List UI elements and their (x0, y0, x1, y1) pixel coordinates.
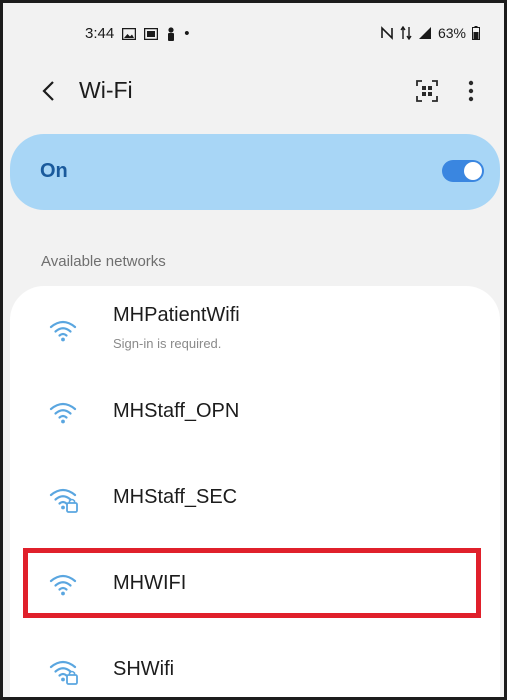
network-subtitle: Sign-in is required. (113, 336, 222, 351)
battery-icon (472, 26, 480, 40)
phone-screen: 3:44 • 63% Wi-Fi On Available networks M… (0, 0, 507, 700)
wifi-state-label: On (40, 160, 68, 182)
person-icon (166, 26, 176, 41)
toggle-knob (464, 162, 482, 180)
qr-scan-icon[interactable] (411, 75, 443, 107)
wifi-toggle-switch[interactable] (442, 160, 484, 182)
wifi-lock-icon (49, 660, 78, 685)
network-name: MHPatientWifi (113, 304, 240, 326)
app-bar: Wi-Fi (3, 63, 504, 119)
page-title: Wi-Fi (79, 77, 133, 103)
data-icon (400, 26, 412, 40)
signal-icon (418, 26, 432, 40)
back-arrow-icon[interactable] (33, 73, 63, 109)
network-item-mhpatientwifi[interactable]: MHPatientWifi Sign-in is required. (10, 286, 500, 366)
network-item-mhstaff-opn[interactable]: MHStaff_OPN (10, 372, 500, 452)
network-item-shwifi[interactable]: SHWifi (10, 630, 500, 697)
status-bar: 3:44 • 63% (3, 3, 504, 45)
status-left: 3:44 • (85, 25, 189, 42)
network-name: MHStaff_OPN (113, 400, 240, 422)
networks-list: MHPatientWifi Sign-in is required. MHSta… (10, 286, 500, 697)
network-item-mhstaff-sec[interactable]: MHStaff_SEC (10, 458, 500, 538)
wifi-toggle-card[interactable]: On (10, 134, 500, 210)
network-name: SHWifi (113, 658, 175, 680)
status-right: 63% (380, 25, 480, 41)
available-networks-label: Available networks (41, 253, 166, 270)
highlight-box (23, 548, 481, 618)
status-dot: • (184, 25, 190, 42)
more-vertical-icon[interactable] (461, 75, 481, 107)
battery-percent: 63% (437, 25, 466, 41)
wifi-icon (49, 320, 77, 342)
gallery-icon (122, 27, 137, 40)
wifi-lock-icon (49, 488, 78, 513)
status-time: 3:44 (85, 25, 115, 42)
wifi-icon (49, 402, 77, 424)
network-name: MHStaff_SEC (113, 486, 238, 508)
screen-icon (144, 27, 159, 40)
nfc-icon (380, 26, 394, 40)
